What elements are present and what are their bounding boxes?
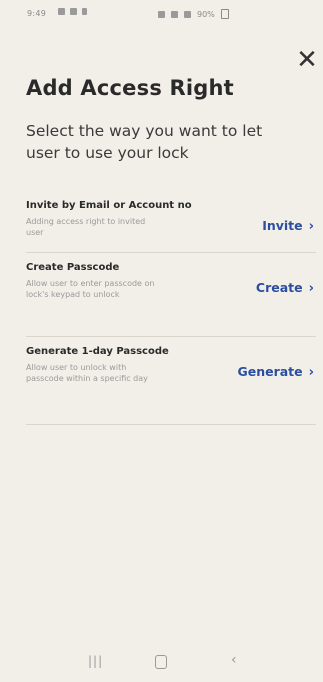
divider bbox=[26, 336, 316, 337]
invite-button[interactable]: Invite › bbox=[262, 218, 314, 234]
create-label: Create bbox=[255, 280, 303, 295]
option-description: Allow user to enter passcode on lock's k… bbox=[26, 279, 155, 299]
notification-icon bbox=[58, 8, 65, 15]
navigation-bar: ||| ‹ bbox=[0, 640, 323, 682]
home-icon[interactable] bbox=[155, 655, 167, 669]
chevron-right-icon: › bbox=[308, 281, 314, 296]
divider bbox=[26, 424, 316, 425]
alarm-icon bbox=[158, 10, 165, 18]
option-title: Create Passcode bbox=[26, 262, 120, 273]
wifi-icon bbox=[171, 10, 178, 18]
recents-icon[interactable]: ||| bbox=[88, 654, 103, 668]
battery-percent: 90% bbox=[197, 9, 215, 19]
status-time: 9:49 bbox=[27, 9, 47, 18]
close-icon[interactable]: ✕ bbox=[296, 47, 318, 73]
back-icon[interactable]: ‹ bbox=[231, 652, 237, 668]
option-title: Generate 1-day Passcode bbox=[26, 346, 169, 357]
chevron-right-icon: › bbox=[308, 219, 314, 234]
notification-icons bbox=[58, 8, 87, 15]
option-generate-passcode[interactable]: Generate 1-day Passcode Allow user to un… bbox=[26, 346, 314, 406]
invite-label: Invite bbox=[262, 218, 303, 233]
image-icon bbox=[70, 8, 77, 15]
battery-icon bbox=[220, 9, 229, 19]
option-create-passcode[interactable]: Create Passcode Allow user to enter pass… bbox=[26, 262, 314, 322]
chevron-right-icon: › bbox=[308, 365, 314, 380]
page-subtitle: Select the way you want to let user to u… bbox=[26, 122, 263, 162]
option-description: Adding access right to invited user bbox=[26, 217, 146, 237]
status-bar: 9:49 90% bbox=[0, 0, 323, 26]
page-title: Add Access Right bbox=[26, 76, 234, 100]
generate-button[interactable]: Generate › bbox=[237, 364, 314, 380]
play-icon bbox=[82, 8, 87, 15]
option-description: Allow user to unlock with passcode withi… bbox=[26, 363, 148, 383]
generate-label: Generate bbox=[237, 364, 303, 379]
divider bbox=[26, 252, 316, 253]
system-icons: 90% bbox=[158, 9, 229, 19]
option-title: Invite by Email or Account no bbox=[26, 200, 192, 211]
create-button[interactable]: Create › bbox=[256, 280, 314, 296]
option-invite[interactable]: Invite by Email or Account no Adding acc… bbox=[26, 200, 314, 238]
signal-icon bbox=[184, 10, 191, 18]
